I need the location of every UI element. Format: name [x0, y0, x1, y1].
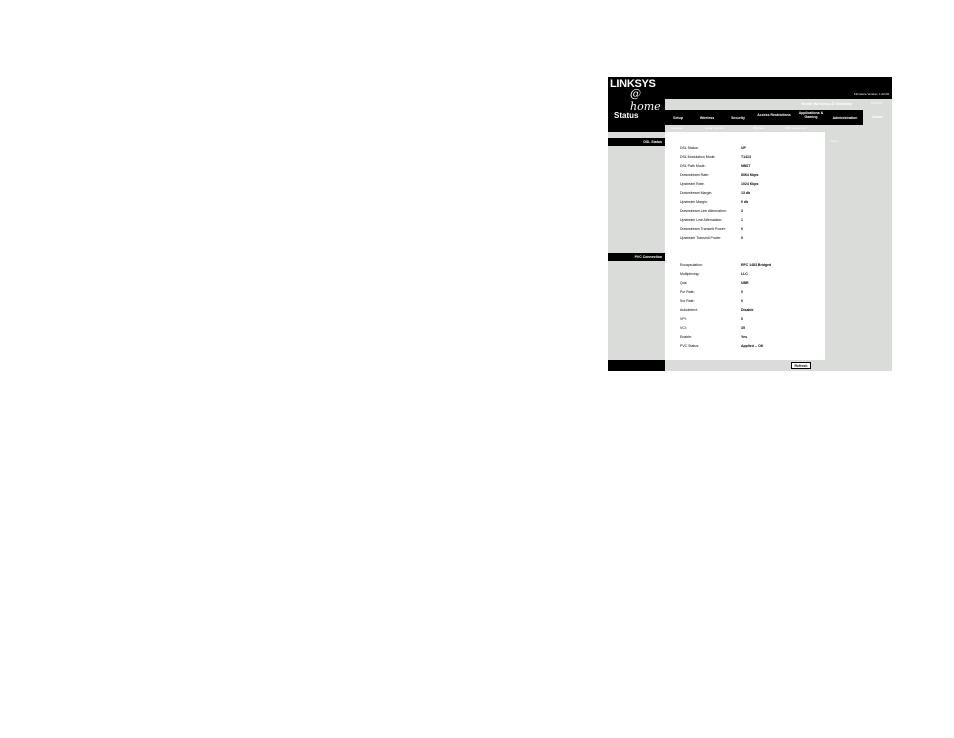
footer-bar: Refresh — [665, 360, 892, 371]
logo-area: LINKSYS @ home Status — [608, 77, 665, 132]
content-panel: DSL Status: UP DSL Modulation Mode: T1413 … — [665, 132, 825, 360]
subtab-local-network[interactable]: Local Network — [705, 126, 724, 130]
tab-access-restrictions[interactable]: Access Restrictions — [757, 113, 791, 117]
pvc-row: Qos: UBR — [680, 281, 749, 285]
pvc-row: Pcr Rate: 0 — [680, 290, 743, 294]
tab-administration[interactable]: Administration — [828, 116, 862, 120]
dsl-row: DSL Modulation Mode: T1413 — [680, 155, 751, 159]
pvc-row: Autodetect: Disable — [680, 308, 754, 312]
subtab-dsl-connection[interactable]: DSL Connection — [785, 126, 807, 130]
dsl-row: Downstream Transmit Power: 0 — [680, 227, 743, 231]
product-bar: Home Wireless-G Gateway HG200 — [665, 99, 892, 109]
model-number: HG200 — [870, 101, 882, 105]
page-title: Status — [614, 111, 639, 120]
header-bar: Firmware Version: 1.02.00 — [665, 77, 892, 99]
pvc-row: Multiplexing: LLC — [680, 272, 748, 276]
dsl-row: Downstream Margin: 13 db — [680, 191, 751, 195]
tab-setup[interactable]: Setup — [669, 116, 687, 120]
tab-security[interactable]: Security — [727, 116, 749, 120]
tab-status[interactable]: Status — [863, 110, 892, 125]
dsl-row: DSL Path Mode: NBST — [680, 164, 751, 168]
dsl-row: Upstream Transmit Power: 0 — [680, 236, 743, 240]
tab-wireless[interactable]: Wireless — [695, 116, 719, 120]
help-panel: More... — [825, 132, 892, 360]
dsl-row: Upstream Rate: 1024 Kbps — [680, 182, 759, 186]
subtab-wireless[interactable]: Wireless — [753, 126, 765, 130]
dsl-row: Upstream Margin: 0 db — [680, 200, 749, 204]
pvc-row: Encapsulation: RFC 1483 Bridged — [680, 263, 772, 267]
dsl-row: Upstream Line Attenuation: 1 — [680, 218, 743, 222]
tab-applications-gaming[interactable]: Applications & Gaming — [795, 111, 827, 119]
firmware-version: Firmware Version: 1.02.00 — [853, 92, 889, 96]
left-footer — [608, 360, 665, 371]
pvc-row: PVC Status: Applied -- OK — [680, 344, 764, 348]
dsl-row: DSL Status: UP — [680, 146, 746, 150]
product-name: Home Wireless-G Gateway — [801, 101, 852, 106]
dsl-status-section-label: DSL Status — [608, 138, 665, 146]
dsl-row: Downstream Rate: 8064 Kbps — [680, 173, 759, 177]
router-status-page: LINKSYS @ home Status Firmware Version: … — [608, 77, 892, 371]
sub-tabs: Gateway Local Network Wireless DSL Conne… — [665, 125, 892, 132]
logo-tagline: @ home — [630, 87, 661, 113]
help-more-link[interactable]: More... — [831, 139, 840, 143]
subtab-gateway[interactable]: Gateway — [671, 126, 683, 130]
pvc-row: VPI: 0 — [680, 317, 743, 321]
pvc-row: VCI: 35 — [680, 326, 745, 330]
pvc-row: Scr Rate: 0 — [680, 299, 743, 303]
dsl-row: Downstream Line Attenuation: 3 — [680, 209, 743, 213]
refresh-button[interactable]: Refresh — [791, 362, 811, 369]
pvc-row: Enable: Yes — [680, 335, 748, 339]
pvc-connection-section-label: PVC Connection — [608, 253, 665, 261]
main-tabs: Setup Wireless Security Access Restricti… — [665, 110, 892, 125]
